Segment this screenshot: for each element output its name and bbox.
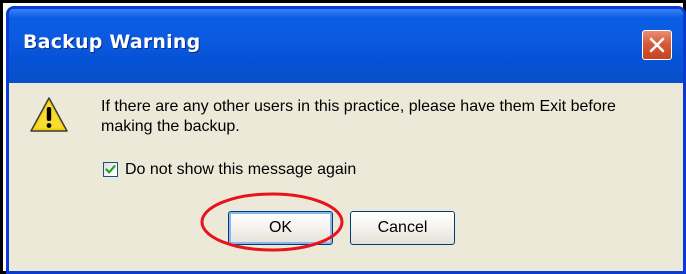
dont-show-again-label[interactable]: Do not show this message again xyxy=(125,161,356,179)
checkmark-icon xyxy=(105,165,116,174)
screenshot-frame: Backup Warning If there are any other us… xyxy=(0,0,686,274)
title-bar[interactable]: Backup Warning xyxy=(9,9,683,83)
close-icon xyxy=(649,37,665,53)
close-button[interactable] xyxy=(642,30,672,60)
dont-show-again-checkbox[interactable] xyxy=(103,162,118,177)
cancel-button[interactable]: Cancel xyxy=(350,211,455,245)
ok-button[interactable]: OK xyxy=(228,211,333,245)
dialog-title: Backup Warning xyxy=(23,31,201,53)
warning-icon xyxy=(30,97,68,132)
backup-warning-dialog: Backup Warning If there are any other us… xyxy=(6,6,686,274)
warning-message: If there are any other users in this pra… xyxy=(101,98,616,135)
dialog-body: If there are any other users in this pra… xyxy=(9,83,683,271)
